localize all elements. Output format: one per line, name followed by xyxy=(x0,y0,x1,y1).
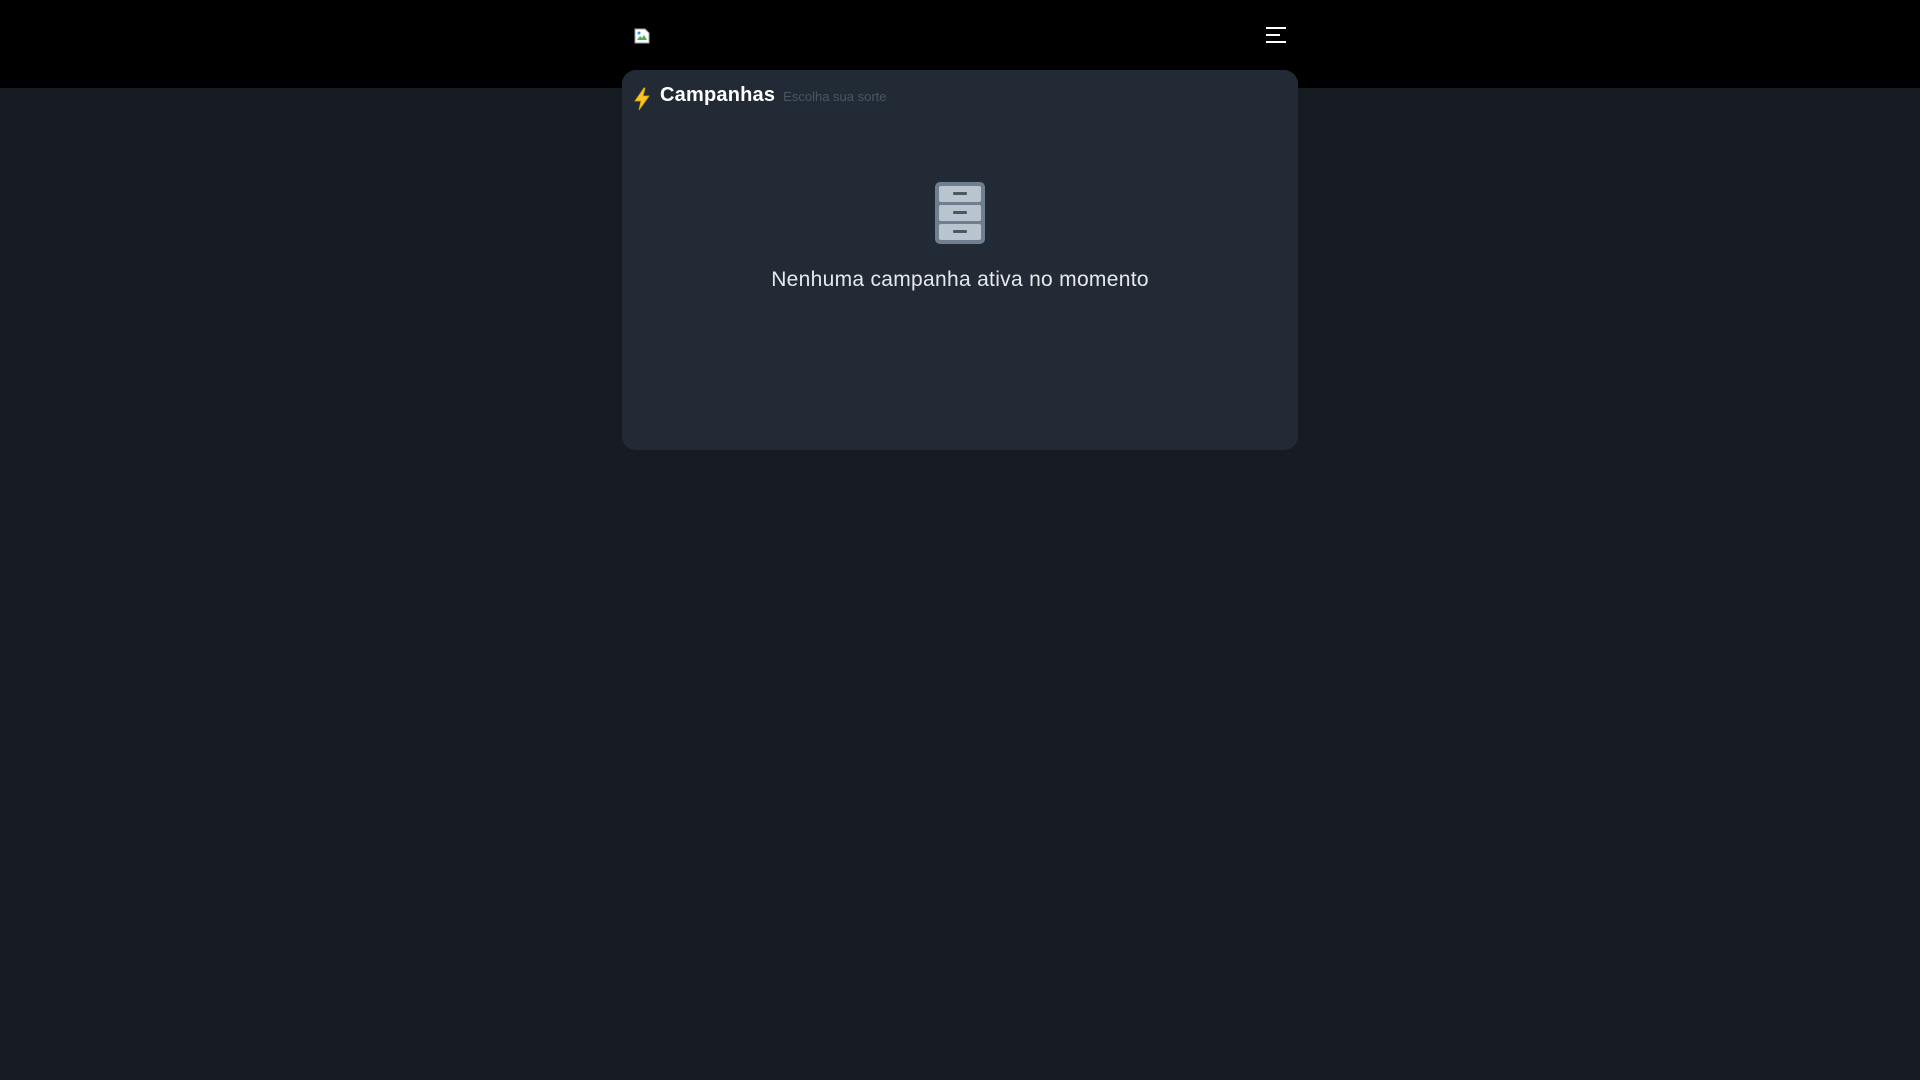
campaigns-title: Campanhas xyxy=(660,84,776,106)
empty-message: Nenhuma campanha ativa no momento xyxy=(771,268,1149,291)
campaigns-card: Campanhas Escolha sua sorte Nenhuma camp… xyxy=(622,70,1298,450)
navbar-container xyxy=(622,0,1298,70)
campaigns-subtitle: Escolha sua sorte xyxy=(783,89,887,104)
empty-state: Nenhuma campanha ativa no momento xyxy=(622,180,1298,292)
lightning-icon xyxy=(632,87,652,111)
campaigns-header: Campanhas Escolha sua sorte xyxy=(632,84,887,114)
menu-icon[interactable] xyxy=(1264,24,1288,46)
file-cabinet-icon xyxy=(933,180,987,246)
broken-image-icon[interactable] xyxy=(634,28,650,44)
